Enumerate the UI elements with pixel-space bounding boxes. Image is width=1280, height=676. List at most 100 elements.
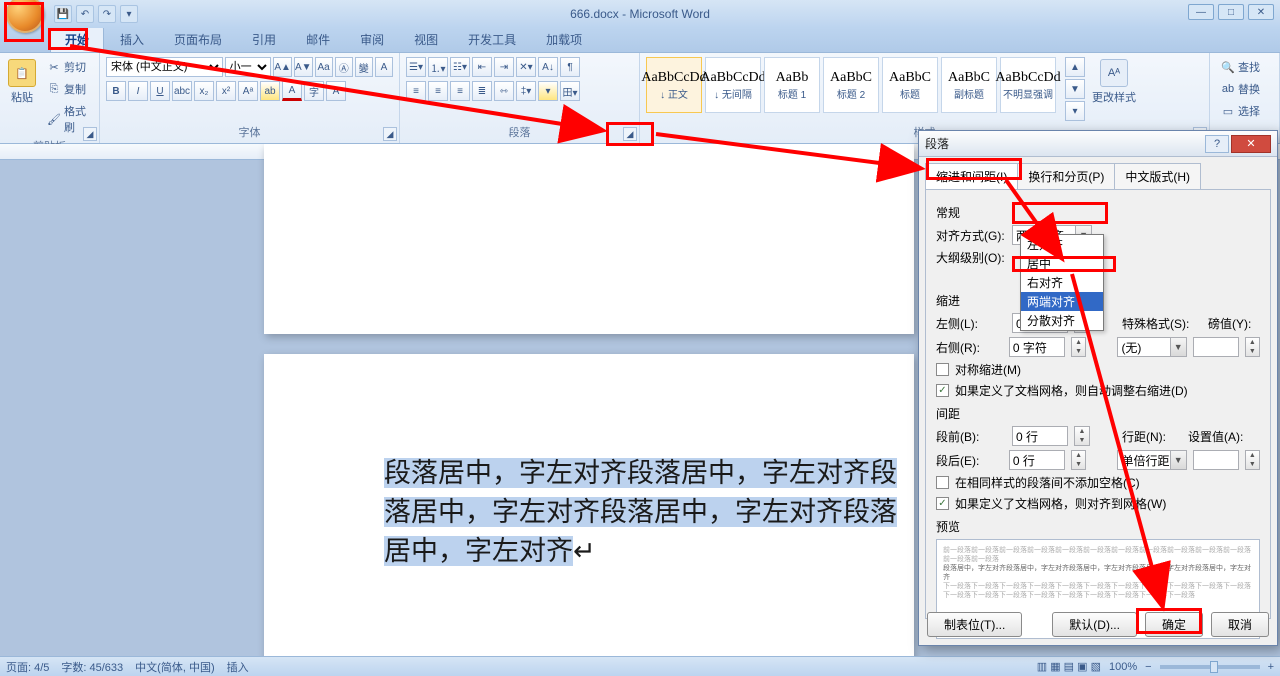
italic-button[interactable]: I: [128, 81, 148, 101]
font-color-button[interactable]: A: [282, 81, 302, 101]
mirror-checkbox[interactable]: [936, 363, 949, 376]
style-card-1[interactable]: AaBbCcDd↓ 无间隔: [705, 57, 761, 113]
qat-undo[interactable]: ↶: [76, 5, 94, 23]
qat-save[interactable]: 💾: [54, 5, 72, 23]
align-option-3[interactable]: 两端对齐: [1021, 292, 1103, 311]
tab-insert[interactable]: 插入: [106, 27, 158, 52]
align-left-button[interactable]: ≡: [406, 81, 426, 101]
tab-developer[interactable]: 开发工具: [454, 27, 530, 52]
style-card-0[interactable]: AaBbCcDd↓ 正文: [646, 57, 702, 113]
zoom-out[interactable]: −: [1145, 661, 1151, 673]
style-card-5[interactable]: AaBbC副标题: [941, 57, 997, 113]
char-shading-button[interactable]: 字: [304, 81, 324, 101]
bold-button[interactable]: B: [106, 81, 126, 101]
superscript-button[interactable]: x²: [216, 81, 236, 101]
dialog-tab-indent[interactable]: 缩进和间距(I): [925, 163, 1018, 189]
status-zoom[interactable]: 100%: [1109, 661, 1137, 673]
styles-expand[interactable]: ▾: [1065, 101, 1085, 121]
enclose-button[interactable]: A: [375, 57, 393, 77]
before-spinner[interactable]: ▲▼: [1074, 426, 1090, 446]
align-option-1[interactable]: 居中: [1021, 254, 1103, 273]
grow-font-button[interactable]: A▲: [273, 57, 292, 77]
tab-home[interactable]: 开始: [50, 26, 104, 52]
tab-references[interactable]: 引用: [238, 27, 290, 52]
copy-button[interactable]: ⎘复制: [42, 79, 93, 99]
view-buttons[interactable]: ▥ ▦ ▤ ▣ ▧: [1037, 660, 1101, 673]
maximize-button[interactable]: □: [1218, 4, 1244, 20]
qat-redo[interactable]: ↷: [98, 5, 116, 23]
dialog-tab-asian[interactable]: 中文版式(H): [1114, 163, 1201, 189]
shrink-font-button[interactable]: A▼: [294, 57, 313, 77]
tab-mailings[interactable]: 邮件: [292, 27, 344, 52]
align-justify-button[interactable]: ≣: [472, 81, 492, 101]
status-lang[interactable]: 中文(简体, 中国): [135, 659, 214, 675]
styles-row-down[interactable]: ▼: [1065, 79, 1085, 99]
default-button[interactable]: 默认(D)...: [1052, 612, 1137, 637]
align-dropdown[interactable]: 左对齐居中右对齐两端对齐分散对齐: [1020, 234, 1104, 331]
dialog-titlebar[interactable]: 段落 ? ✕: [919, 131, 1277, 157]
minimize-button[interactable]: —: [1188, 4, 1214, 20]
tab-addins[interactable]: 加载项: [532, 27, 596, 52]
at-input[interactable]: [1193, 450, 1239, 470]
dialog-tab-linebreak[interactable]: 换行和分页(P): [1017, 163, 1115, 189]
line-spacing-combo[interactable]: 单倍行距▼: [1117, 450, 1186, 470]
find-button[interactable]: 🔍查找: [1216, 57, 1273, 77]
zoom-in[interactable]: +: [1268, 661, 1274, 673]
style-card-4[interactable]: AaBbC标题: [882, 57, 938, 113]
paste-button[interactable]: 📋 粘贴: [6, 57, 38, 137]
style-card-2[interactable]: AaBb标题 1: [764, 57, 820, 113]
replace-button[interactable]: ab替换: [1216, 79, 1273, 99]
shading-button[interactable]: ▾: [538, 81, 558, 101]
document-page-2[interactable]: 段落居中，字左对齐段落居中，字左对齐段落居中，字左对齐段落居中，字左对齐段落居中…: [264, 354, 914, 656]
cut-button[interactable]: ✂剪切: [42, 57, 93, 77]
change-case-button[interactable]: Aa: [315, 57, 333, 77]
highlight-button[interactable]: ab: [260, 81, 280, 101]
paragraph-launcher[interactable]: ◢: [623, 127, 637, 141]
select-button[interactable]: ▭选择: [1216, 101, 1273, 121]
indent-right-spinner[interactable]: ▲▼: [1071, 337, 1086, 357]
char-border-button[interactable]: A: [326, 81, 346, 101]
zoom-slider[interactable]: [1160, 665, 1260, 669]
by-input[interactable]: [1193, 337, 1239, 357]
auto-adjust-checkbox[interactable]: ✓: [936, 384, 949, 397]
style-gallery[interactable]: AaBbCcDd↓ 正文AaBbCcDd↓ 无间隔AaBb标题 1AaBbC标题…: [646, 57, 1057, 113]
align-option-2[interactable]: 右对齐: [1021, 273, 1103, 292]
special-combo[interactable]: (无)▼: [1117, 337, 1186, 357]
after-input[interactable]: [1009, 450, 1065, 470]
decrease-indent-button[interactable]: ⇤: [472, 57, 492, 77]
align-option-4[interactable]: 分散对齐: [1021, 311, 1103, 330]
strike-button[interactable]: abc: [172, 81, 192, 101]
subscript-button[interactable]: x₂: [194, 81, 214, 101]
at-spinner[interactable]: ▲▼: [1245, 450, 1260, 470]
document-page-1[interactable]: [264, 144, 914, 334]
numbering-button[interactable]: ⒈▾: [428, 57, 448, 77]
snap-grid-checkbox[interactable]: ✓: [936, 497, 949, 510]
after-spinner[interactable]: ▲▼: [1071, 450, 1086, 470]
align-option-0[interactable]: 左对齐: [1021, 235, 1103, 254]
tab-review[interactable]: 审阅: [346, 27, 398, 52]
distribute-button[interactable]: ⇿: [494, 81, 514, 101]
align-right-button[interactable]: ≡: [450, 81, 470, 101]
tab-page-layout[interactable]: 页面布局: [160, 27, 236, 52]
clipboard-launcher[interactable]: ◢: [83, 127, 97, 141]
font-launcher[interactable]: ◢: [383, 127, 397, 141]
show-marks-button[interactable]: ¶: [560, 57, 580, 77]
font-size-select[interactable]: 小一: [225, 57, 272, 77]
status-page[interactable]: 页面: 4/5: [6, 659, 49, 675]
style-card-3[interactable]: AaBbC标题 2: [823, 57, 879, 113]
document-text[interactable]: 段落居中，字左对齐段落居中，字左对齐段落居中，字左对齐段落居中，字左对齐段落居中…: [384, 454, 904, 571]
before-input[interactable]: [1012, 426, 1068, 446]
asian-layout-button[interactable]: ✕▾: [516, 57, 536, 77]
tab-view[interactable]: 视图: [400, 27, 452, 52]
style-card-6[interactable]: AaBbCcDd不明显强调: [1000, 57, 1056, 113]
phonetic-button[interactable]: 變: [355, 57, 373, 77]
clear-format-button[interactable]: Ⓐ: [335, 57, 353, 77]
line-spacing-button[interactable]: ‡▾: [516, 81, 536, 101]
styles-row-up[interactable]: ▲: [1065, 57, 1085, 77]
close-button[interactable]: ✕: [1248, 4, 1274, 20]
underline-button[interactable]: U: [150, 81, 170, 101]
bullets-button[interactable]: ☰▾: [406, 57, 426, 77]
dialog-close-button[interactable]: ✕: [1231, 135, 1271, 153]
ok-button[interactable]: 确定: [1145, 612, 1203, 637]
status-mode[interactable]: 插入: [227, 659, 249, 675]
